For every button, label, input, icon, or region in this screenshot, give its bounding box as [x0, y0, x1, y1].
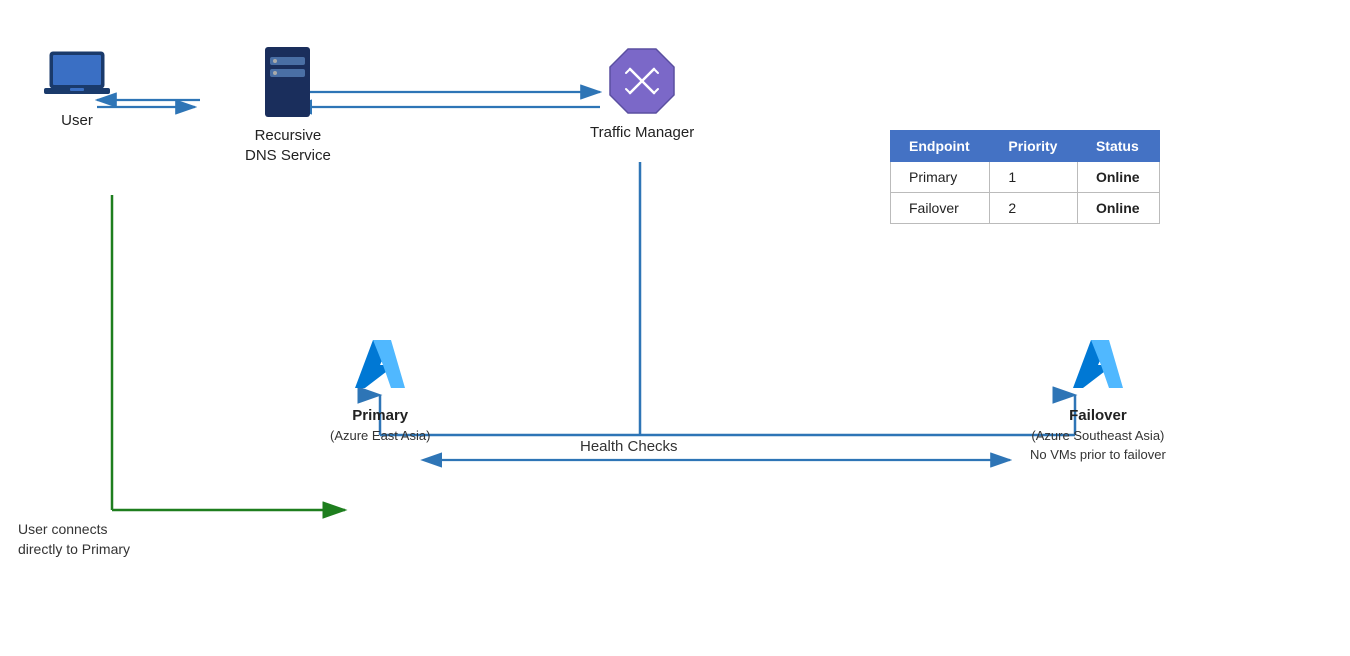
- table-header-status: Status: [1077, 131, 1159, 162]
- dns-node: Recursive DNS Service: [245, 45, 331, 165]
- azure-failover-icon: [1063, 330, 1133, 400]
- table-header-endpoint: Endpoint: [891, 131, 990, 162]
- row-failover-status: Online: [1077, 193, 1159, 224]
- user-node: User: [42, 50, 112, 131]
- green-arrow-label: User connects directly to Primary: [18, 520, 130, 559]
- diagram-container: User Recursive DNS Service: [0, 0, 1350, 656]
- table-row-primary: Primary 1 Online: [891, 162, 1160, 193]
- azure-primary-icon: [345, 330, 415, 400]
- server-icon: [260, 45, 315, 120]
- table-header-priority: Priority: [990, 131, 1078, 162]
- row-primary-status: Online: [1077, 162, 1159, 193]
- failover-node: Failover (Azure Southeast Asia) No VMs p…: [1030, 330, 1166, 465]
- health-checks-label: Health Checks: [580, 438, 678, 455]
- row-primary-priority: 1: [990, 162, 1078, 193]
- traffic-manager-icon: [606, 45, 678, 117]
- table-row-failover: Failover 2 Online: [891, 193, 1160, 224]
- row-primary-endpoint: Primary: [891, 162, 990, 193]
- row-failover-endpoint: Failover: [891, 193, 990, 224]
- primary-node: Primary (Azure East Asia): [330, 330, 430, 445]
- traffic-manager-node: Traffic Manager: [590, 45, 694, 143]
- row-failover-priority: 2: [990, 193, 1078, 224]
- user-label: User: [61, 111, 93, 131]
- endpoint-table: Endpoint Priority Status Primary 1 Onlin…: [890, 130, 1160, 224]
- laptop-icon: [42, 50, 112, 105]
- dns-label: Recursive DNS Service: [245, 126, 331, 165]
- failover-label: Failover (Azure Southeast Asia) No VMs p…: [1030, 406, 1166, 465]
- primary-label: Primary (Azure East Asia): [330, 406, 430, 445]
- traffic-manager-label: Traffic Manager: [590, 123, 694, 143]
